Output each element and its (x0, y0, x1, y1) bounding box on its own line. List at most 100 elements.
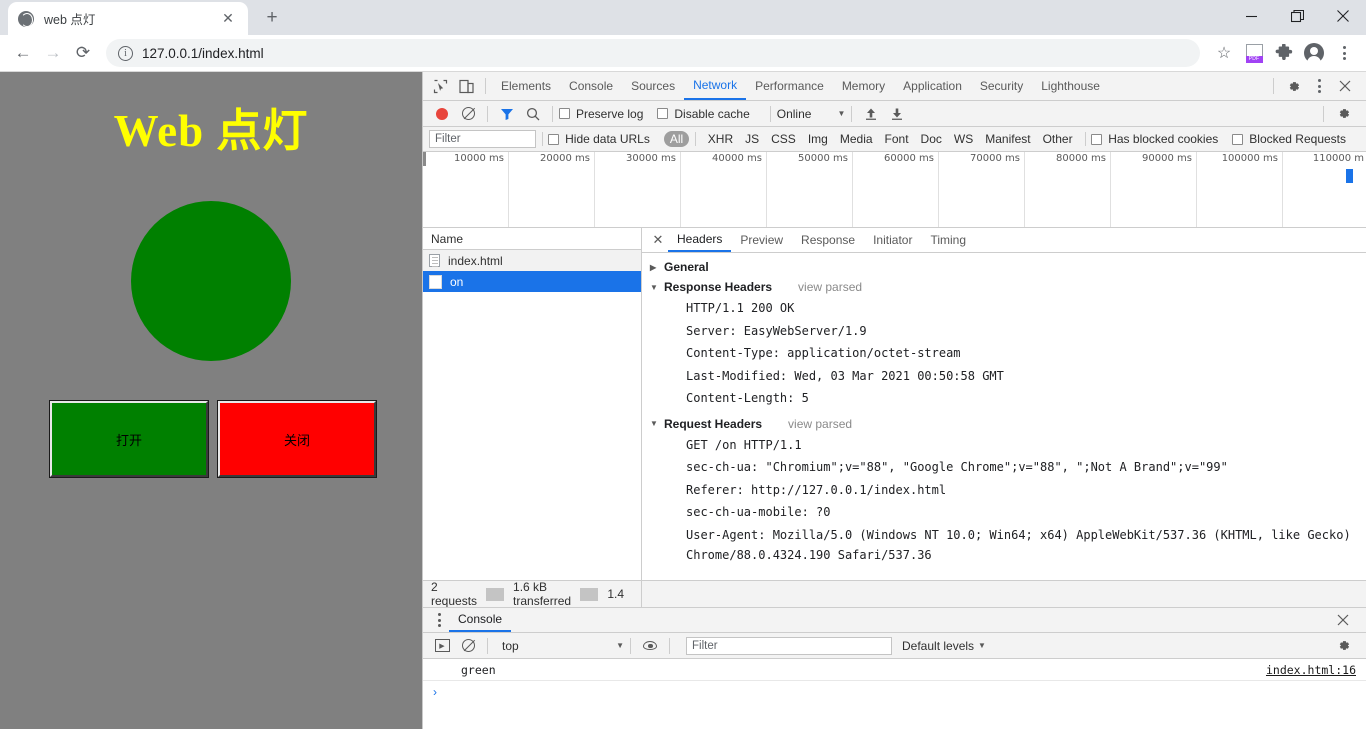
console-message[interactable]: green index.html:16 (423, 659, 1366, 681)
new-tab-button[interactable]: + (258, 4, 286, 32)
search-icon[interactable] (520, 102, 546, 126)
hide-data-urls-checkbox[interactable]: Hide data URLs (548, 132, 650, 146)
divider (487, 637, 488, 654)
section-general[interactable]: ▶ General (642, 257, 1366, 277)
tab-network[interactable]: Network (684, 72, 747, 100)
filter-type-css[interactable]: CSS (765, 132, 802, 146)
tick-label: 70000 ms (970, 153, 1020, 164)
disable-cache-checkbox[interactable]: Disable cache (657, 107, 750, 121)
browser-window: web 点灯 ✕ + ← → ⟳ i 127.0.0.1/index.html … (0, 0, 1366, 729)
detail-tab-headers[interactable]: Headers (668, 228, 732, 252)
filter-type-all[interactable]: All (663, 131, 690, 147)
console-settings-gear-icon[interactable] (1330, 634, 1356, 658)
blocked-requests-checkbox[interactable]: Blocked Requests (1232, 132, 1346, 146)
tab-performance[interactable]: Performance (746, 72, 833, 100)
browser-tab[interactable]: web 点灯 ✕ (8, 2, 248, 35)
network-settings-gear-icon[interactable] (1330, 102, 1356, 126)
filter-type-xhr[interactable]: XHR (702, 132, 739, 146)
tick-label: 90000 ms (1142, 153, 1192, 164)
section-request-headers-label: Request Headers (664, 416, 763, 431)
tab-lighthouse[interactable]: Lighthouse (1032, 72, 1109, 100)
throttling-select[interactable]: Online ▼ (777, 107, 846, 121)
detail-tab-timing[interactable]: Timing (921, 228, 975, 252)
profile-avatar-icon[interactable] (1300, 39, 1328, 67)
pdf-icon[interactable] (1240, 39, 1268, 67)
table-row[interactable]: index.html (423, 250, 641, 271)
section-request-headers[interactable]: ▼ Request Headers view parsed (642, 414, 1366, 434)
console-filter-input[interactable]: Filter (686, 636, 892, 655)
maximize-icon[interactable] (1274, 0, 1320, 32)
detail-tab-response[interactable]: Response (792, 228, 864, 252)
tab-security[interactable]: Security (971, 72, 1032, 100)
view-parsed-link[interactable]: view parsed (788, 417, 852, 431)
drawer-menu-icon[interactable] (429, 613, 449, 627)
network-filter-input[interactable]: Filter (429, 130, 536, 148)
tick-label: 30000 ms (626, 153, 676, 164)
lamp-controls: 打开 关闭 (0, 400, 422, 478)
devtools-more-icon[interactable] (1306, 74, 1332, 98)
clear-icon[interactable] (455, 102, 481, 126)
filter-type-media[interactable]: Media (834, 132, 879, 146)
clear-console-icon[interactable] (455, 634, 481, 658)
funnel-icon[interactable] (494, 102, 520, 126)
tab-application[interactable]: Application (894, 72, 971, 100)
filter-type-font[interactable]: Font (879, 132, 915, 146)
inspect-icon[interactable] (427, 74, 453, 98)
export-har-icon[interactable] (884, 102, 910, 126)
divider (486, 587, 505, 601)
back-icon[interactable]: ← (8, 38, 38, 68)
has-blocked-cookies-checkbox[interactable]: Has blocked cookies (1091, 132, 1218, 146)
preserve-log-checkbox[interactable]: Preserve log (559, 107, 643, 121)
window-close-icon[interactable] (1320, 0, 1366, 32)
detail-tab-initiator[interactable]: Initiator (864, 228, 921, 252)
browser-menu-icon[interactable] (1330, 39, 1358, 67)
tab-sources[interactable]: Sources (622, 72, 684, 100)
drawer-tab-console[interactable]: Console (449, 608, 512, 632)
import-har-icon[interactable] (858, 102, 884, 126)
device-toggle-icon[interactable] (453, 74, 479, 98)
console-levels-value: Default levels (902, 638, 975, 653)
reload-icon[interactable]: ⟳ (68, 38, 98, 68)
turn-on-button[interactable]: 打开 (49, 400, 209, 478)
extensions-icon[interactable] (1270, 39, 1298, 67)
filter-type-js[interactable]: JS (739, 132, 765, 146)
address-bar[interactable]: i 127.0.0.1/index.html (106, 39, 1200, 67)
lamp-indicator (131, 201, 291, 361)
header-line: sec-ch-ua-mobile: ?0 (686, 505, 831, 519)
record-icon[interactable] (429, 102, 455, 126)
console-message-source[interactable]: index.html:16 (1266, 663, 1366, 677)
gear-icon[interactable] (1280, 74, 1306, 98)
console-sidebar-icon[interactable]: ▶ (429, 634, 455, 658)
tick-label: 20000 ms (540, 153, 590, 164)
section-response-headers[interactable]: ▼ Response Headers view parsed (642, 277, 1366, 297)
filter-type-img[interactable]: Img (802, 132, 834, 146)
filter-type-manifest[interactable]: Manifest (979, 132, 1036, 146)
devtools-close-icon[interactable] (1332, 74, 1358, 98)
filter-type-ws[interactable]: WS (948, 132, 979, 146)
tab-console[interactable]: Console (560, 72, 622, 100)
request-list-header[interactable]: Name (423, 228, 641, 250)
tab-memory[interactable]: Memory (833, 72, 894, 100)
filter-type-other[interactable]: Other (1037, 132, 1079, 146)
network-overview-timeline[interactable]: 10000 ms 20000 ms 30000 ms 40000 ms 5000… (423, 152, 1366, 228)
table-row[interactable]: on (423, 271, 641, 292)
console-prompt[interactable]: › (423, 681, 1366, 703)
divider (1273, 78, 1274, 94)
filter-type-doc[interactable]: Doc (915, 132, 948, 146)
live-expression-eye-icon[interactable] (637, 634, 663, 658)
view-parsed-link[interactable]: view parsed (798, 280, 862, 294)
drawer-close-icon[interactable] (1330, 608, 1356, 632)
turn-off-button[interactable]: 关闭 (217, 400, 377, 478)
minimize-icon[interactable] (1228, 0, 1274, 32)
forward-icon[interactable]: → (38, 38, 68, 68)
detail-close-icon[interactable]: ✕ (648, 230, 668, 250)
tab-elements[interactable]: Elements (492, 72, 560, 100)
document-icon (429, 254, 440, 267)
detail-tab-preview[interactable]: Preview (731, 228, 792, 252)
console-context-select[interactable]: top ▼ (494, 639, 624, 653)
bookmark-icon[interactable]: ☆ (1210, 39, 1238, 67)
site-info-icon[interactable]: i (118, 45, 133, 61)
console-levels-select[interactable]: Default levels ▼ (902, 639, 986, 653)
page-title: Web 点灯 (113, 106, 309, 156)
close-icon[interactable]: ✕ (218, 9, 238, 29)
